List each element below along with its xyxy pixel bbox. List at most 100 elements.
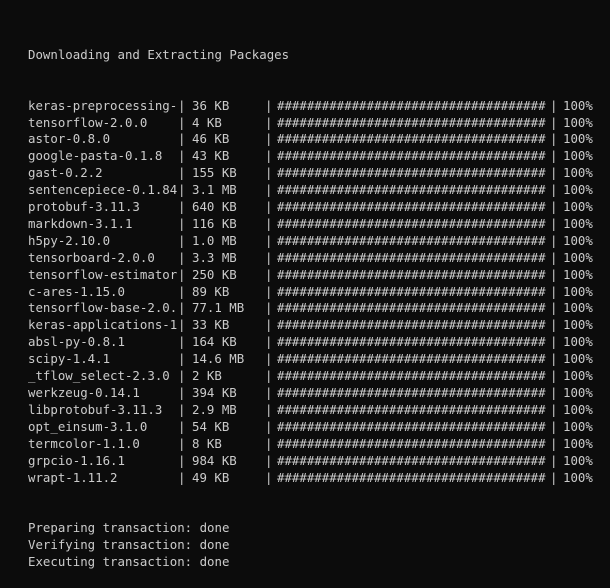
package-size: 4 KB: [192, 114, 222, 130]
column-separator: |: [550, 385, 558, 400]
column-separator: |: [178, 368, 186, 384]
progress-percent: 100%: [563, 401, 593, 417]
package-size: 1.0 MB: [192, 232, 237, 248]
package-name: astor-0.8.0: [28, 131, 111, 147]
package-size: 640 KB: [192, 199, 237, 215]
package-row: h5py-2.10.0 | 1.0 MB | #####################…: [28, 233, 610, 250]
package-size: 89 KB: [192, 283, 230, 299]
progress-percent: 100%: [563, 300, 593, 316]
progress-bar: ####################################: [277, 351, 546, 367]
column-separator: |: [265, 300, 273, 316]
package-name: libprotobuf-3.11.3: [28, 401, 163, 417]
package-size: 36 KB: [192, 97, 230, 113]
column-separator: |: [265, 351, 273, 367]
column-separator: |: [550, 418, 558, 434]
progress-bar: ####################################: [277, 317, 546, 333]
column-separator: |: [178, 165, 186, 181]
progress-bar: ####################################: [277, 165, 546, 181]
progress-bar: ####################################: [277, 368, 546, 384]
package-row: libprotobuf-3.11.3 | 2.9 MB | ##############…: [28, 402, 610, 419]
package-row: werkzeug-0.14.1 | 394 KB | #################…: [28, 385, 610, 402]
column-separator: |: [178, 334, 186, 350]
column-separator: |: [178, 469, 186, 485]
column-separator: |: [265, 232, 273, 248]
package-name: sentencepiece-0.1.84: [28, 182, 178, 198]
column-separator: |: [550, 368, 558, 384]
package-row: gast-0.2.2 | 155 KB | ######################…: [28, 165, 610, 182]
package-row: tensorflow-2.0.0 | 4 KB | ##################…: [28, 115, 610, 132]
column-separator: |: [550, 300, 558, 316]
progress-bar: ####################################: [277, 232, 546, 248]
package-size: 250 KB: [192, 266, 237, 282]
progress-percent: 100%: [563, 97, 593, 113]
column-separator: |: [178, 182, 186, 198]
column-separator: |: [550, 334, 558, 350]
progress-bar: ####################################: [277, 114, 546, 130]
progress-percent: 100%: [563, 418, 593, 434]
progress-percent: 100%: [563, 249, 593, 265]
progress-percent: 100%: [563, 215, 593, 231]
package-name: tensorflow-base-2.0.: [28, 300, 178, 316]
package-row: grpcio-1.16.1 | 984 KB | ###################…: [28, 453, 610, 470]
package-name: werkzeug-0.14.1: [28, 385, 140, 400]
package-size: 164 KB: [192, 334, 237, 350]
progress-percent: 100%: [563, 199, 593, 215]
transaction-status-line: Executing transaction: done: [28, 554, 230, 570]
progress-percent: 100%: [563, 266, 593, 282]
progress-bar: ####################################: [277, 418, 546, 434]
progress-percent: 100%: [563, 351, 593, 367]
column-separator: |: [265, 452, 273, 468]
column-separator: |: [550, 232, 558, 248]
column-separator: |: [265, 334, 273, 350]
column-separator: |: [178, 401, 186, 417]
column-separator: |: [178, 385, 186, 400]
package-row: google-pasta-0.1.8 | 43 KB | ###############…: [28, 148, 610, 165]
package-name: h5py-2.10.0: [28, 232, 111, 248]
package-row: protobuf-3.11.3 | 640 KB | #################…: [28, 199, 610, 216]
progress-bar: ####################################: [277, 334, 546, 350]
progress-bar: ####################################: [277, 199, 546, 215]
package-name: tensorboard-2.0.0: [28, 249, 155, 265]
column-separator: |: [550, 317, 558, 333]
package-size: 155 KB: [192, 165, 237, 181]
terminal-window[interactable]: Downloading and Extracting Packages kera…: [0, 0, 610, 569]
package-size: 3.1 MB: [192, 182, 237, 198]
column-separator: |: [178, 97, 186, 113]
package-size: 14.6 MB: [192, 351, 245, 367]
package-row: c-ares-1.15.0 | 89 KB | ####################…: [28, 284, 610, 301]
package-row: tensorboard-2.0.0 | 3.3 MB | ###############…: [28, 250, 610, 267]
package-name: opt_einsum-3.1.0: [28, 418, 148, 434]
column-separator: |: [550, 148, 558, 164]
progress-bar: ####################################: [277, 148, 546, 164]
column-separator: |: [550, 215, 558, 231]
progress-percent: 100%: [563, 148, 593, 164]
package-size: 3.3 MB: [192, 249, 237, 265]
package-name: keras-applications-1: [28, 317, 178, 333]
package-size: 116 KB: [192, 215, 237, 231]
column-separator: |: [178, 435, 186, 451]
column-separator: |: [550, 199, 558, 215]
progress-percent: 100%: [563, 232, 593, 248]
progress-bar: ####################################: [277, 401, 546, 417]
package-name: grpcio-1.16.1: [28, 452, 125, 468]
column-separator: |: [550, 97, 558, 113]
column-separator: |: [265, 249, 273, 265]
column-separator: |: [550, 114, 558, 130]
package-row: termcolor-1.1.0 | 8 KB | ###################…: [28, 436, 610, 453]
package-name: termcolor-1.1.0: [28, 435, 140, 451]
column-separator: |: [265, 435, 273, 451]
column-separator: |: [265, 283, 273, 299]
column-separator: |: [265, 114, 273, 130]
column-separator: |: [178, 114, 186, 130]
progress-bar: ####################################: [277, 97, 546, 113]
progress-bar: ####################################: [277, 266, 546, 282]
column-separator: |: [178, 215, 186, 231]
progress-percent: 100%: [563, 182, 593, 198]
progress-percent: 100%: [563, 385, 593, 400]
column-separator: |: [265, 266, 273, 282]
progress-bar: ####################################: [277, 182, 546, 198]
package-row: tensorflow-estimator | 250 KB | ############…: [28, 267, 610, 284]
column-separator: |: [265, 385, 273, 400]
column-separator: |: [265, 215, 273, 231]
package-row: opt_einsum-3.1.0 | 54 KB | #################…: [28, 419, 610, 436]
